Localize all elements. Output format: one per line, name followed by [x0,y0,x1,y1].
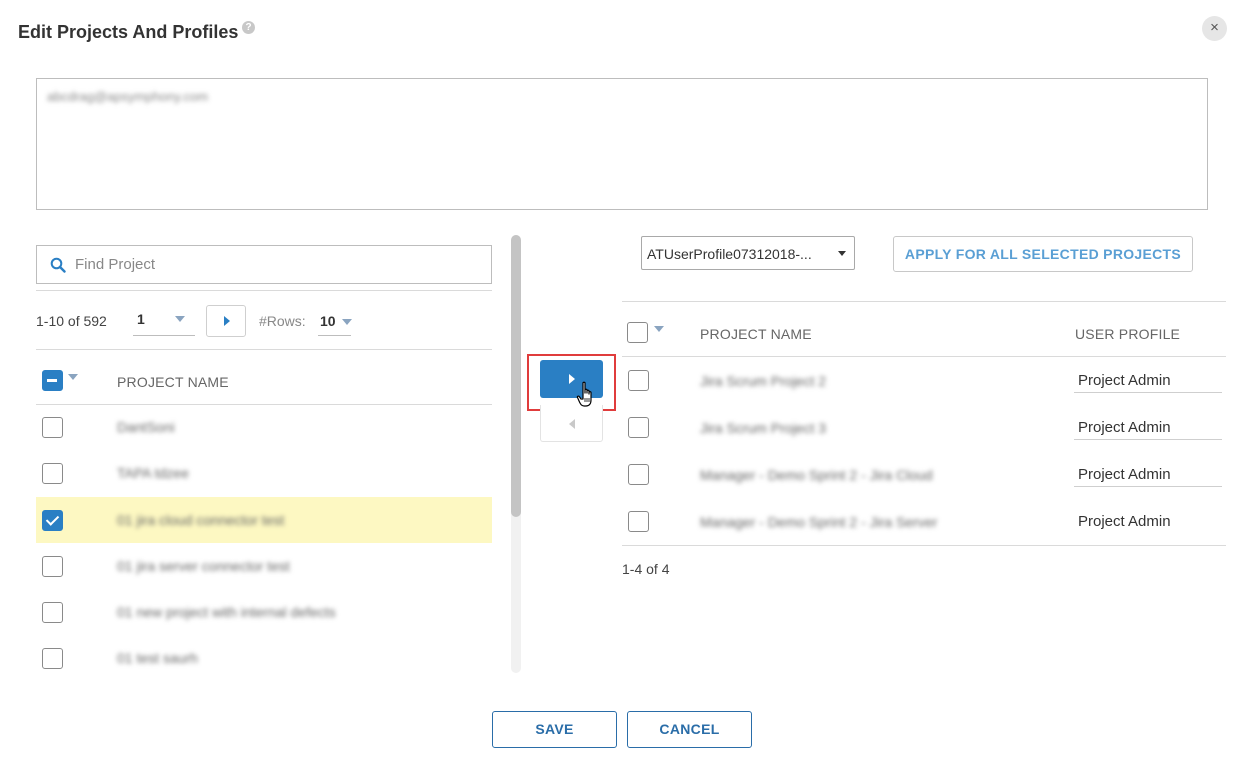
project-name: TAPA tdzee [117,465,189,481]
user-profile-value[interactable]: Project Admin [1078,419,1171,436]
search-icon [50,257,66,273]
search-input[interactable] [75,246,475,283]
row-checkbox[interactable] [628,417,649,438]
row-checkbox[interactable] [628,511,649,532]
profile-field-underline [1074,392,1222,393]
user-profile-select-value: ATUserProfile07312018-... [647,246,812,262]
row-checkbox[interactable] [42,648,63,669]
hand-cursor-icon [576,381,592,407]
pager-count: 1-10 of 592 [36,313,107,329]
selected-users-box[interactable]: abcdrag@apsymphony.com [36,78,1208,210]
select-all-checkbox[interactable] [627,322,648,343]
rows-per-page-select[interactable]: 10 [318,306,352,336]
profile-field-underline [1074,486,1222,487]
table-row[interactable]: Manager - Demo Sprint 2 - Jira Cloud Pro… [622,451,1226,497]
project-name: 01 test saurh [117,650,198,666]
column-header-project-name[interactable]: PROJECT NAME [117,374,229,390]
chevron-right-icon [224,316,230,326]
user-profile-value[interactable]: Project Admin [1078,372,1171,389]
project-name: 01 new project with internal defects [117,604,336,620]
user-email-chip[interactable]: abcdrag@apsymphony.com [47,89,208,104]
select-all-checkbox[interactable] [42,370,63,391]
find-project-search[interactable] [36,245,492,284]
project-name: DantSoni [117,419,175,435]
row-checkbox[interactable] [42,556,63,577]
column-header-project-name[interactable]: PROJECT NAME [700,326,812,342]
page-number-select[interactable]: 1 [133,306,195,336]
divider [36,290,492,291]
help-icon[interactable]: ? [242,21,255,34]
pager-count: 1-4 of 4 [622,561,670,577]
table-row[interactable]: Jira Scrum Project 2 Project Admin [622,357,1226,403]
apply-all-button[interactable]: APPLY FOR ALL SELECTED PROJECTS [893,236,1193,272]
chevron-down-icon [342,319,352,325]
table-row[interactable]: Jira Scrum Project 3 Project Admin [622,404,1226,450]
rows-per-page-value: 10 [320,313,336,329]
scroll-thumb[interactable] [511,235,521,517]
page-number-value: 1 [137,311,145,327]
project-name: Jira Scrum Project 2 [700,373,827,389]
row-checkbox[interactable] [628,370,649,391]
table-row[interactable]: TAPA tdzee [36,451,492,496]
row-checkbox[interactable] [42,510,63,531]
table-row[interactable]: 01 new project with internal defects [36,590,492,635]
scrollbar[interactable] [511,235,521,673]
move-left-button[interactable] [540,405,603,442]
arrow-left-icon [569,419,575,429]
divider [36,349,492,350]
user-profile-select[interactable]: ATUserProfile07312018-... [641,236,855,270]
chevron-down-icon[interactable] [68,374,78,380]
chevron-down-icon [175,316,185,322]
chevron-down-icon[interactable] [654,326,664,332]
user-profile-value[interactable]: Project Admin [1078,466,1171,483]
dialog-title: Edit Projects And Profiles [18,22,239,42]
row-checkbox[interactable] [628,464,649,485]
save-button[interactable]: SAVE [492,711,617,748]
table-row-selected[interactable]: 01 jira cloud connector test [36,497,492,543]
divider [622,301,1226,302]
cancel-button[interactable]: CANCEL [627,711,752,748]
project-name: Jira Scrum Project 3 [700,420,827,436]
table-row[interactable]: 01 jira server connector test [36,544,492,589]
profile-field-underline [1074,439,1222,440]
project-name: 01 jira cloud connector test [117,512,285,528]
table-row[interactable]: Manager - Demo Sprint 2 - Jira Server Pr… [622,498,1226,544]
row-checkbox[interactable] [42,417,63,438]
next-page-button[interactable] [206,305,246,337]
table-row[interactable]: 01 test saurh [36,636,492,681]
rows-label: #Rows: [259,313,306,329]
row-checkbox[interactable] [42,463,63,484]
project-name: Manager - Demo Sprint 2 - Jira Server [700,514,938,530]
close-icon[interactable]: × [1202,16,1227,41]
annotation-highlight-box [527,354,616,411]
project-name: Manager - Demo Sprint 2 - Jira Cloud [700,467,933,483]
row-checkbox[interactable] [42,602,63,623]
column-header-user-profile[interactable]: USER PROFILE [1075,326,1180,342]
user-profile-value[interactable]: Project Admin [1078,513,1171,530]
divider [622,545,1226,546]
chevron-down-icon [838,251,846,256]
table-row[interactable]: DantSoni [36,405,492,450]
project-name: 01 jira server connector test [117,558,290,574]
